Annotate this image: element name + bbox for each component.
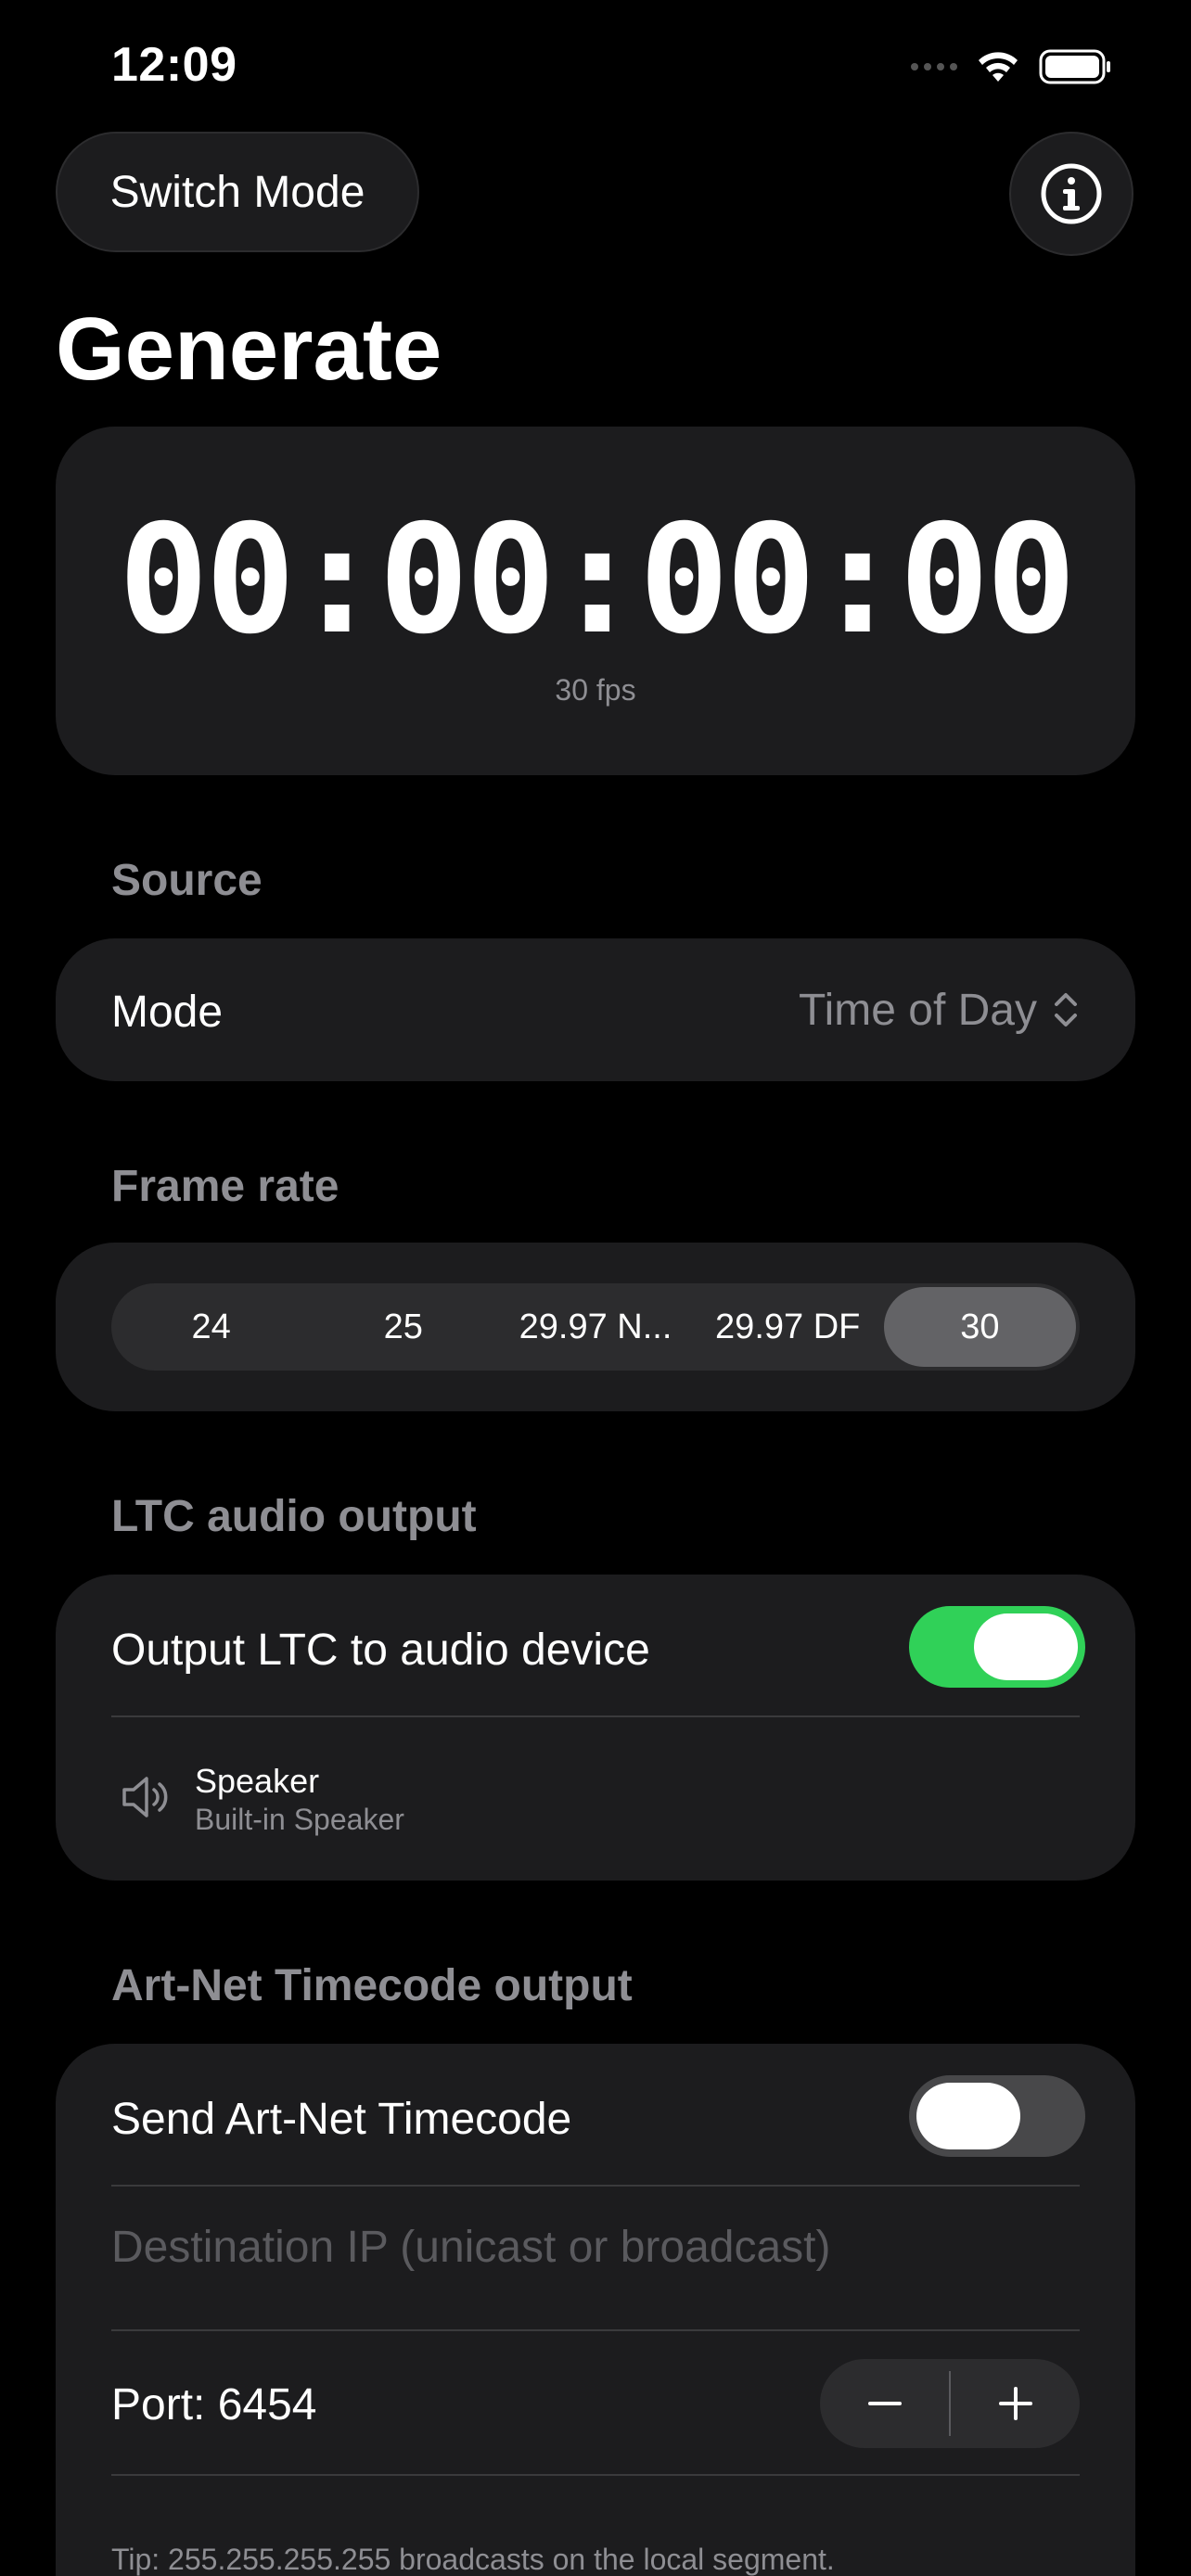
mode-value: Time of Day	[799, 985, 1037, 1035]
divider	[111, 1715, 1080, 1717]
switch-mode-button[interactable]: Switch Mode	[56, 132, 419, 252]
frame-rate-option-2997-ndf[interactable]: 29.97 N...	[499, 1287, 691, 1367]
speaker-icon	[122, 1777, 168, 1817]
status-icons	[911, 45, 1113, 89]
timecode-card: 00:00:00:00 30 fps	[56, 427, 1135, 775]
minus-icon	[867, 2402, 902, 2405]
plus-icon	[998, 2387, 1032, 2420]
port-increment-button[interactable]	[951, 2359, 1080, 2448]
info-icon	[1041, 163, 1102, 224]
info-button[interactable]	[1009, 132, 1133, 256]
chevron-up-down-icon	[1055, 993, 1077, 1027]
battery-icon	[1039, 49, 1110, 84]
fps-label: 30 fps	[555, 673, 636, 707]
frame-rate-card: 24 25 29.97 N... 29.97 DF 30	[56, 1243, 1135, 1411]
artnet-card: Send Art-Net Timecode Port: 6454 Tip: 25…	[56, 2044, 1135, 2576]
frame-rate-segmented-control: 24 25 29.97 N... 29.97 DF 30	[111, 1283, 1080, 1371]
port-label: Port: 6454	[111, 2380, 317, 2429]
status-time: 12:09	[111, 38, 237, 92]
ltc-section-label: LTC audio output	[111, 1492, 477, 1541]
audio-device-name: Speaker	[195, 1762, 320, 1800]
source-section-label: Source	[111, 856, 263, 905]
wifi-icon	[979, 52, 1018, 82]
frame-rate-option-30[interactable]: 30	[883, 1287, 1077, 1367]
timecode-display: 00:00:00:00	[118, 493, 1077, 668]
artnet-toggle[interactable]	[909, 2075, 1085, 2157]
port-decrement-button[interactable]	[820, 2359, 949, 2448]
divider	[111, 2185, 1080, 2187]
page-title: Generate	[56, 300, 442, 399]
generate-screen: 12:09 Switch Mode Generate 00:00:00:00 3	[0, 0, 1191, 2576]
frame-rate-option-24[interactable]: 24	[115, 1287, 307, 1367]
divider	[111, 2329, 1080, 2331]
toggle-knob	[916, 2083, 1020, 2149]
port-stepper	[820, 2359, 1080, 2448]
mode-picker[interactable]: Time of Day	[799, 938, 1080, 1081]
divider	[111, 2474, 1080, 2476]
ltc-toggle-label: Output LTC to audio device	[111, 1626, 650, 1675]
ltc-card: Output LTC to audio device Speaker Built…	[56, 1575, 1135, 1881]
artnet-toggle-label: Send Art-Net Timecode	[111, 2095, 572, 2144]
frame-rate-option-25[interactable]: 25	[307, 1287, 499, 1367]
broadcast-tip: Tip: 255.255.255.255 broadcasts on the l…	[111, 2543, 835, 2576]
mode-label: Mode	[111, 988, 224, 1037]
artnet-section-label: Art-Net Timecode output	[111, 1961, 633, 2010]
cellular-icon	[911, 63, 957, 70]
frame-rate-option-2997-df[interactable]: 29.97 DF	[692, 1287, 884, 1367]
audio-device-subtitle: Built-in Speaker	[195, 1803, 404, 1836]
destination-ip-input[interactable]	[111, 2207, 1080, 2287]
mode-row[interactable]: Mode Time of Day	[56, 938, 1135, 1081]
ltc-output-toggle[interactable]	[909, 1606, 1085, 1688]
frame-rate-section-label: Frame rate	[111, 1162, 339, 1211]
toggle-knob	[974, 1613, 1078, 1680]
